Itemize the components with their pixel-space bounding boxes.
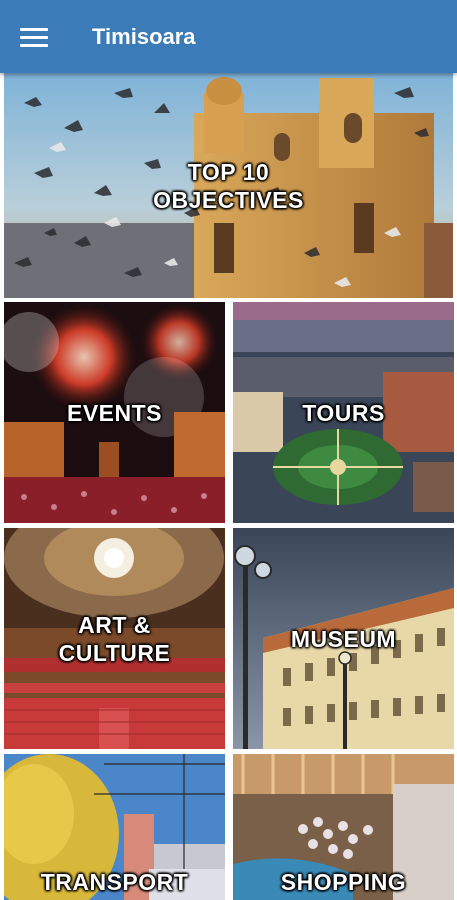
menu-line [20, 35, 48, 39]
tile-label-transport: TRANSPORT [40, 869, 189, 895]
tile-label-top-10-objectives: TOP 10 OBJECTIVES [153, 158, 304, 213]
tile-top-10-objectives[interactable]: TOP 10 OBJECTIVES [4, 73, 453, 298]
tile-art-culture[interactable]: ART & CULTURE [4, 528, 225, 749]
tile-museum[interactable]: MUSEUM [233, 528, 454, 749]
tile-label-shopping: SHOPPING [280, 869, 407, 895]
menu-line [20, 43, 48, 47]
menu-line [20, 27, 48, 31]
tile-label-museum: MUSEUM [290, 625, 397, 652]
tile-label-art-culture: ART & CULTURE [58, 611, 171, 666]
tile-shopping[interactable]: SHOPPING [233, 754, 454, 900]
app-title: Timisoara [92, 24, 196, 49]
tile-tours[interactable]: TOURS [233, 302, 454, 523]
tile-events[interactable]: EVENTS [4, 302, 225, 523]
hamburger-menu-icon[interactable] [14, 20, 54, 54]
app-bar: Timisoara [0, 0, 457, 73]
tile-label-events: EVENTS [66, 399, 163, 426]
tile-label-tours: TOURS [302, 399, 385, 426]
tile-transport[interactable]: TRANSPORT [4, 754, 225, 900]
